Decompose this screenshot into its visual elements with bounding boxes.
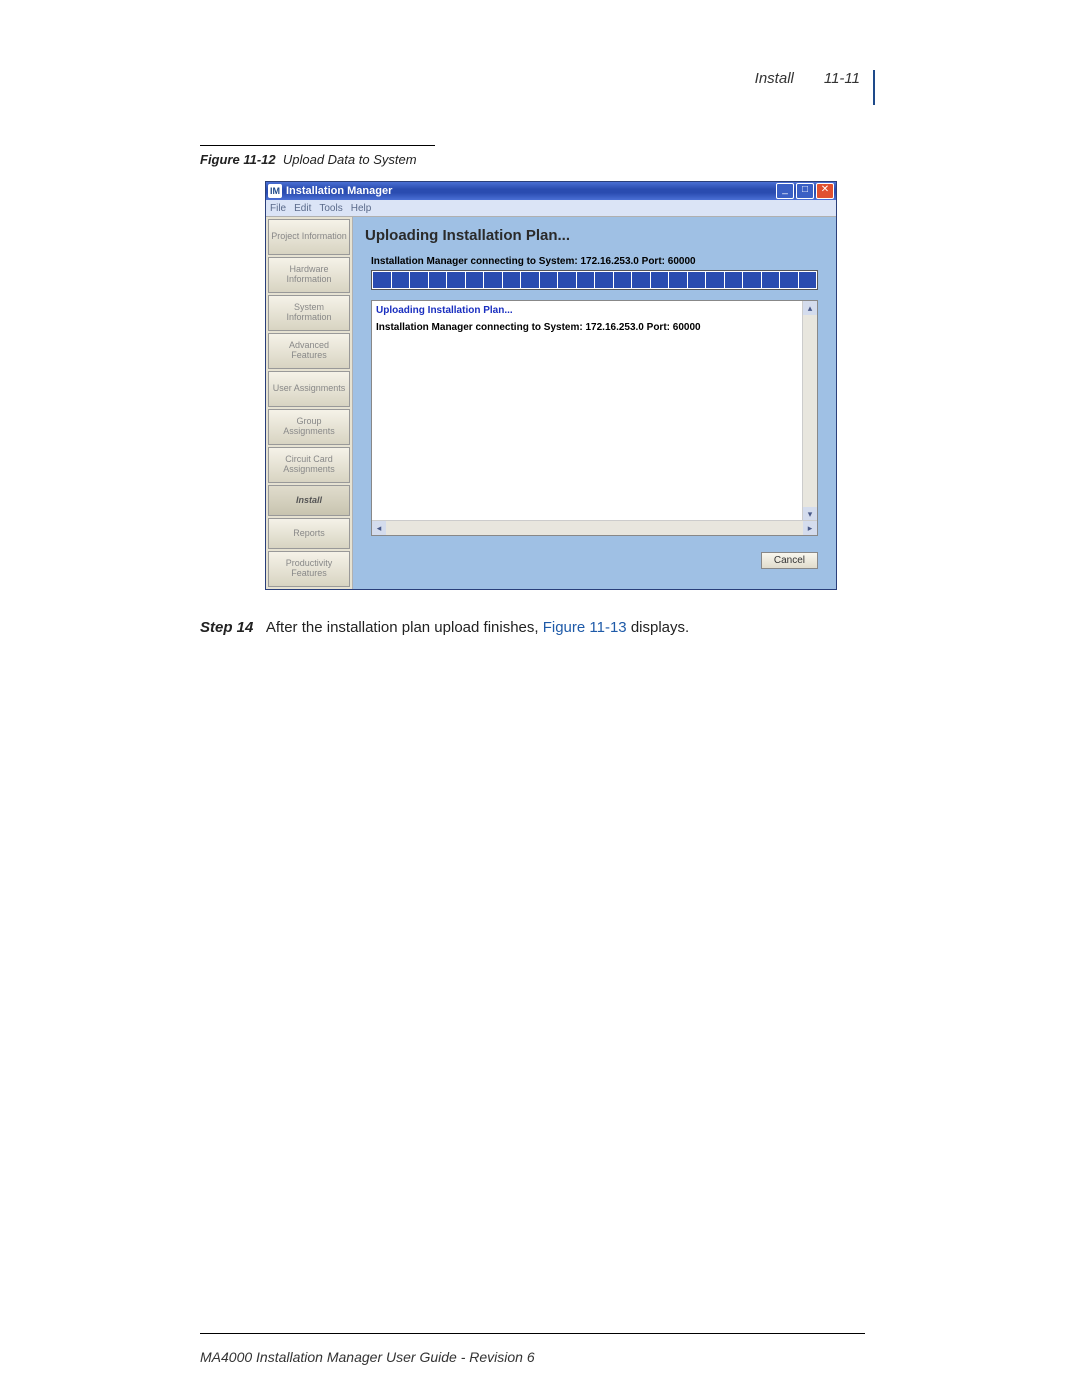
step-14: Step 14 After the installation plan uplo… [200, 618, 860, 638]
maximize-button[interactable]: □ [796, 183, 814, 199]
progress-block [429, 272, 447, 288]
progress-bar [371, 270, 818, 290]
sidebar-item-user-assignments[interactable]: User Assignments [268, 371, 350, 407]
figure-rule [200, 145, 435, 146]
progress-block [799, 272, 817, 288]
scrollbar-horizontal[interactable]: ◂ ▸ [372, 520, 817, 535]
figure-caption: Figure 11-12 Upload Data to System [200, 152, 860, 167]
main-panel: Uploading Installation Plan... Installat… [353, 217, 836, 589]
app-icon: IM [268, 184, 282, 198]
scroll-down-icon[interactable]: ▾ [803, 507, 817, 521]
progress-block [484, 272, 502, 288]
menu-edit[interactable]: Edit [294, 203, 311, 214]
progress-block [466, 272, 484, 288]
scroll-left-icon[interactable]: ◂ [372, 521, 386, 535]
figure-ref-link[interactable]: Figure 11-13 [543, 619, 627, 636]
window-title: Installation Manager [286, 185, 776, 197]
progress-block [614, 272, 632, 288]
progress-block [521, 272, 539, 288]
minimize-button[interactable]: _ [776, 183, 794, 199]
sidebar-item-system-information[interactable]: System Information [268, 295, 350, 331]
title-bar: IM Installation Manager _ □ ✕ [266, 182, 836, 200]
progress-block [540, 272, 558, 288]
progress-block [743, 272, 761, 288]
progress-block [651, 272, 669, 288]
header-page-number: 11-11 [824, 70, 860, 87]
footer-rule [200, 1333, 865, 1334]
progress-block [503, 272, 521, 288]
progress-block [632, 272, 650, 288]
log-line: Installation Manager connecting to Syste… [376, 322, 813, 333]
progress-block [780, 272, 798, 288]
progress-block [669, 272, 687, 288]
menu-tools[interactable]: Tools [319, 203, 342, 214]
sidebar: Project Information Hardware Information… [266, 217, 353, 589]
log-title: Uploading Installation Plan... [376, 305, 813, 316]
sidebar-item-circuit-card-assignments[interactable]: Circuit Card Assignments [268, 447, 350, 483]
sidebar-item-reports[interactable]: Reports [268, 518, 350, 549]
menu-help[interactable]: Help [351, 203, 372, 214]
sidebar-item-project-information[interactable]: Project Information [268, 219, 350, 255]
progress-block [706, 272, 724, 288]
app-window: IM Installation Manager _ □ ✕ File Edit … [265, 181, 837, 590]
progress-block [725, 272, 743, 288]
panel-title: Uploading Installation Plan... [365, 227, 824, 244]
progress-block [558, 272, 576, 288]
progress-block [392, 272, 410, 288]
progress-block [688, 272, 706, 288]
sidebar-item-advanced-features[interactable]: Advanced Features [268, 333, 350, 369]
footer-text: MA4000 Installation Manager User Guide -… [200, 1349, 535, 1365]
progress-block [447, 272, 465, 288]
scroll-right-icon[interactable]: ▸ [803, 521, 817, 535]
progress-block [577, 272, 595, 288]
sidebar-item-install[interactable]: Install [268, 485, 350, 516]
sidebar-item-hardware-information[interactable]: Hardware Information [268, 257, 350, 293]
progress-block [373, 272, 391, 288]
progress-label: Installation Manager connecting to Syste… [371, 256, 824, 267]
progress-block [762, 272, 780, 288]
log-box: Uploading Installation Plan... Installat… [371, 300, 818, 536]
progress-block [410, 272, 428, 288]
scroll-up-icon[interactable]: ▴ [803, 301, 817, 315]
menu-bar: File Edit Tools Help [266, 200, 836, 217]
scrollbar-vertical[interactable]: ▴ ▾ [802, 301, 817, 521]
header-section: Install [755, 70, 794, 87]
menu-file[interactable]: File [270, 203, 286, 214]
cancel-button[interactable]: Cancel [761, 552, 818, 569]
sidebar-item-productivity-features[interactable]: Productivity Features [268, 551, 350, 587]
sidebar-item-group-assignments[interactable]: Group Assignments [268, 409, 350, 445]
close-button[interactable]: ✕ [816, 183, 834, 199]
header-rule [873, 70, 875, 105]
progress-block [595, 272, 613, 288]
